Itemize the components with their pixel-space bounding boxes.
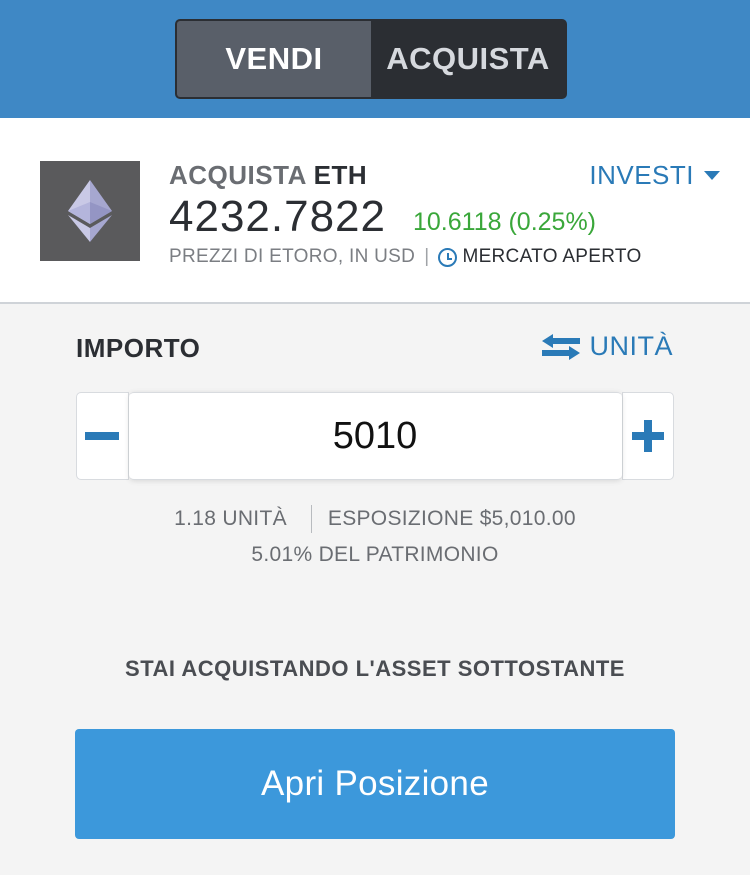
underlying-asset-notice: STAI ACQUISTANDO L'ASSET SOTTOSTANTE [125,656,625,681]
ethereum-icon [68,180,112,242]
price-change: 10.6118 (0.25%) [413,208,596,237]
exposure-value: ESPOSIZIONE $5,010.00 [327,507,576,530]
asset-logo [40,161,140,261]
amount-label: IMPORTO [76,333,201,363]
amount-input[interactable] [128,392,622,480]
asset-title: ACQUISTA ETH [169,160,367,191]
trade-direction-toggle: VENDI ACQUISTA [175,19,567,99]
asset-action: ACQUISTA [169,160,306,190]
source-separator: | [424,246,430,267]
increase-button[interactable] [621,392,674,480]
clock-icon [438,247,458,267]
asset-price: 4232.7822 [169,192,386,241]
price-source-label: PREZZI DI ETORO, IN USD [169,246,416,267]
header-bar: VENDI ACQUISTA [0,0,750,118]
buy-tab[interactable]: ACQUISTA [371,21,565,97]
market-status: MERCATO APERTO [462,246,642,267]
invest-label: INVESTI [589,160,694,190]
equity-percent: 5.01% DEL PATRIMONIO [251,543,499,566]
amount-stepper [76,392,674,482]
units-value: 1.18 UNITÀ [174,507,287,530]
decrease-button[interactable] [76,392,129,480]
position-details: 1.18 UNITÀ ESPOSIZIONE $5,010.00 5.01% D… [0,505,750,567]
invest-dropdown[interactable]: INVESTI [589,160,720,191]
details-divider [310,505,312,533]
price-source: PREZZI DI ETORO, IN USD | MERCATO APERTO [169,246,642,268]
asset-panel: ACQUISTA ETH INVESTI 4232.7822 10.6118 (… [0,118,750,304]
open-position-button[interactable]: Apri Posizione [75,729,675,839]
price-change-percent: (0.25%) [508,208,597,236]
minus-icon [85,432,120,440]
asset-symbol: ETH [313,160,368,190]
caret-down-icon [704,171,720,180]
sell-tab[interactable]: VENDI [177,21,371,97]
swap-arrows-icon [541,333,580,360]
units-toggle[interactable]: UNITÀ [541,331,674,362]
plus-icon [631,420,664,452]
price-change-value: 10.6118 [413,208,502,236]
units-toggle-label: UNITÀ [589,331,673,361]
